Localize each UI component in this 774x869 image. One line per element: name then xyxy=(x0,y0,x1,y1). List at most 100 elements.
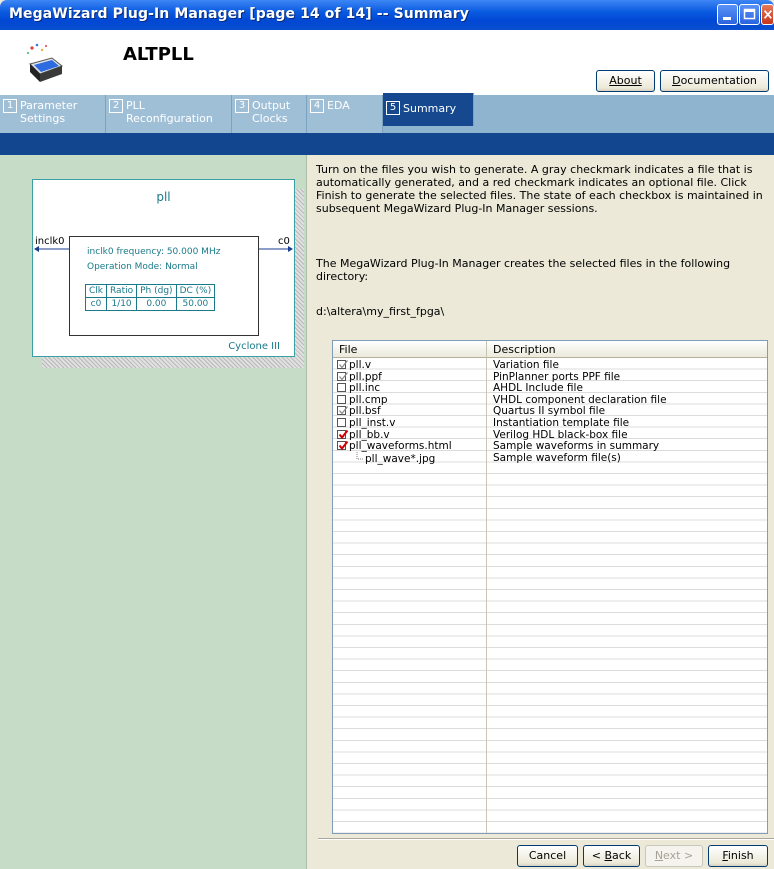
file-description-cell: AHDL Include file xyxy=(493,382,583,395)
file-name-label: pll.cmp xyxy=(349,393,388,406)
file-checkbox[interactable] xyxy=(337,406,349,416)
file-name-cell: pll_inst.v xyxy=(337,417,395,429)
checkmark-icon xyxy=(339,406,349,415)
file-checkbox[interactable] xyxy=(337,383,346,393)
clock-table-header: Clk xyxy=(85,284,107,298)
file-row[interactable]: pll.v Variation file xyxy=(333,359,767,371)
about-button[interactable]: About xyxy=(596,70,655,92)
file-row[interactable]: pll.bsf Quartus II symbol file xyxy=(333,405,767,417)
file-name-label: pll_inst.v xyxy=(349,417,396,429)
file-name-cell: pll.bsf xyxy=(337,405,381,417)
file-name-label: pll_wave*.jpg xyxy=(365,452,436,465)
file-name-label: pll.v xyxy=(349,359,372,371)
file-description-cell: PinPlanner ports PPF file xyxy=(493,370,621,383)
output-arrow-icon xyxy=(259,246,293,252)
product-name: ALTPLL xyxy=(123,44,194,65)
file-row[interactable]: pll_wave*.jpg Sample waveform file(s) xyxy=(333,451,767,465)
symbol-instance-name: pll xyxy=(156,190,171,204)
column-header-description[interactable]: Description xyxy=(487,341,767,358)
file-row[interactable]: pll_inst.v Instantiation template file xyxy=(333,417,767,429)
file-name-label: pll.bsf xyxy=(349,405,381,418)
tab-parameter-settings[interactable]: 1 Parameter Settings xyxy=(0,95,106,133)
footer-separator xyxy=(318,838,774,840)
input-frequency-text: inclk0 frequency: 50.000 MHz xyxy=(87,247,221,257)
file-name-cell: pll.inc xyxy=(337,382,380,394)
file-name-label: pll_bb.v xyxy=(349,428,390,441)
file-name-label: pll.inc xyxy=(349,382,381,395)
clock-table-header: Ph (dg) xyxy=(136,284,177,298)
file-description-cell: Verilog HDL black-box file xyxy=(493,428,628,441)
checkmark-icon xyxy=(339,371,349,381)
mnemonic-char: D xyxy=(672,74,681,87)
file-description-cell: Quartus II symbol file xyxy=(493,405,606,418)
close-icon xyxy=(763,10,772,19)
file-row[interactable]: pll.cmp VHDL component declaration file xyxy=(333,394,767,406)
file-row[interactable]: pll.inc AHDL Include file xyxy=(333,382,767,394)
close-button[interactable] xyxy=(761,4,774,25)
cancel-button[interactable]: Cancel xyxy=(517,845,578,867)
checkmark-icon xyxy=(338,441,349,451)
clock-table-cell: 50.00 xyxy=(175,297,216,311)
mnemonic-char: F xyxy=(722,849,728,862)
file-description-cell: Instantiation template file xyxy=(493,417,630,429)
file-name-cell: pll.v xyxy=(337,359,371,371)
tab-bar: 1 Parameter Settings 2 PLL Reconfiguration… xyxy=(0,93,774,133)
minimize-icon xyxy=(723,17,731,20)
instructions-text: Turn on the files you wish to generate. … xyxy=(316,163,763,215)
file-name-cell: pll_waveforms.html xyxy=(337,440,452,452)
file-checkbox[interactable] xyxy=(337,371,349,381)
file-description-cell: Sample waveforms in summary xyxy=(493,440,660,453)
mnemonic-char: N xyxy=(654,849,664,862)
tab-summary[interactable]: 5 Summary xyxy=(383,93,474,126)
file-checkbox[interactable] xyxy=(337,418,346,427)
input-arrow-icon xyxy=(34,246,70,252)
clock-table: Clk Ratio Ph (dg) DC (%) c0 1/10 0.00 50… xyxy=(85,284,216,311)
operation-mode-text: Operation Mode: Normal xyxy=(87,262,198,272)
tab-output-clocks[interactable]: 3 Output Clocks xyxy=(232,95,307,133)
wizard-header: ALTPLL About Documentation xyxy=(0,30,774,95)
tab-content-band xyxy=(0,133,774,155)
file-description-cell: Sample waveform file(s) xyxy=(493,451,621,464)
window-title: MegaWizard Plug-In Manager [page 14 of 1… xyxy=(9,6,469,22)
file-name-cell: pll_bb.v xyxy=(337,429,390,441)
clock-table-cell: c0 xyxy=(85,297,107,311)
pll-symbol: pll inclk0 c0 inclk0 frequency: 50.000 M… xyxy=(32,179,295,357)
file-row[interactable]: pll.ppf PinPlanner ports PPF file xyxy=(333,371,767,383)
file-name-label: pll.ppf xyxy=(349,370,382,383)
directory-intro-text: The MegaWizard Plug-In Manager creates t… xyxy=(316,257,731,283)
back-button[interactable]: < Back xyxy=(583,845,640,867)
checkmark-icon xyxy=(338,429,349,439)
file-checkbox[interactable] xyxy=(337,441,349,451)
pll-block: inclk0 frequency: 50.000 MHz Operation M… xyxy=(69,236,259,336)
mnemonic-char: B xyxy=(604,849,613,862)
file-name-cell: pll_wave*.jpg xyxy=(347,451,436,465)
column-header-file[interactable]: File xyxy=(333,341,487,358)
output-directory-path: d:\altera\my_first_fpga\ xyxy=(316,305,445,318)
file-checkbox[interactable] xyxy=(337,394,346,404)
minimize-button[interactable] xyxy=(717,4,738,25)
file-row[interactable]: pll_waveforms.html Sample waveforms in su… xyxy=(333,440,767,452)
finish-button[interactable]: Finish xyxy=(708,845,768,867)
tab-eda[interactable]: 4 EDA xyxy=(307,95,383,133)
device-family-label: Cyclone III xyxy=(228,341,280,352)
clock-table-cell: 1/10 xyxy=(105,297,138,311)
file-row[interactable]: pll_bb.v Verilog HDL black-box file xyxy=(333,429,767,441)
file-name-cell: pll.cmp xyxy=(337,394,388,406)
file-name-cell: pll.ppf xyxy=(337,371,382,383)
file-checkbox[interactable] xyxy=(337,429,349,439)
megawizard-logo-icon xyxy=(27,43,64,82)
file-description-cell: VHDL component declaration file xyxy=(493,393,667,406)
maximize-button[interactable] xyxy=(739,4,760,25)
title-bar[interactable]: MegaWizard Plug-In Manager [page 14 of 1… xyxy=(0,0,774,30)
clock-table-cell: 0.00 xyxy=(136,297,177,311)
maximize-icon xyxy=(743,8,756,20)
clock-table-header: Ratio xyxy=(105,284,138,298)
tab-pll-reconfiguration[interactable]: 2 PLL Reconfiguration xyxy=(106,95,232,133)
file-list-table[interactable]: File Description pll.v Variation file pll.… xyxy=(332,340,768,834)
file-checkbox[interactable] xyxy=(337,360,349,369)
next-button[interactable]: Next > xyxy=(645,845,703,867)
checkmark-icon xyxy=(339,360,349,369)
clock-table-header: DC (%) xyxy=(175,284,216,298)
file-description-cell: Variation file xyxy=(493,359,559,371)
documentation-button[interactable]: Documentation xyxy=(660,70,769,92)
